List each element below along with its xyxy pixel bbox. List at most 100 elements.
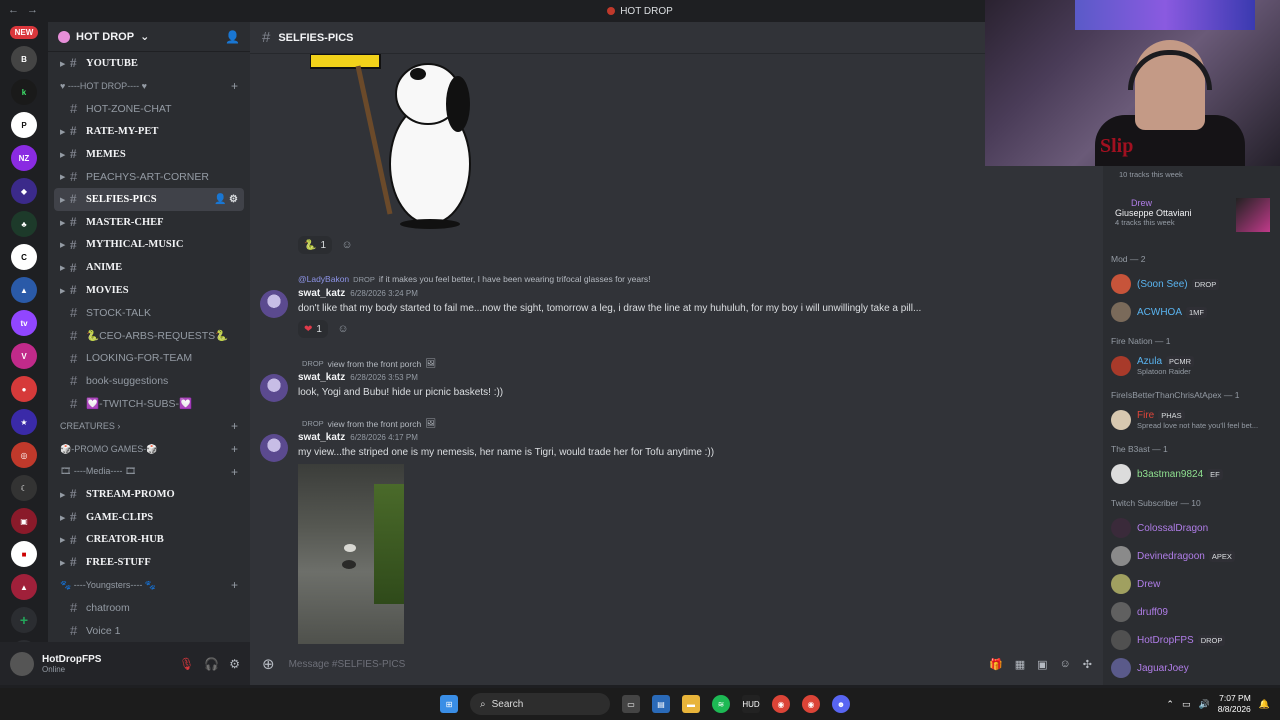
- member-row[interactable]: Azula PCMR Splatoon Raider: [1111, 352, 1276, 380]
- server-icon[interactable]: C: [11, 244, 37, 270]
- member-row[interactable]: (Soon See) DROP: [1111, 270, 1276, 298]
- reply-preview[interactable]: DROP view from the front porch 🖼: [298, 418, 436, 429]
- porch-photo-image[interactable]: [298, 464, 404, 644]
- member-row[interactable]: druff09: [1111, 598, 1276, 626]
- server-icon[interactable]: ♣: [11, 211, 37, 237]
- microphone-muted-icon[interactable]: 🎙: [179, 657, 194, 671]
- sticker-icon[interactable]: ▣: [1037, 658, 1047, 671]
- add-member-icon[interactable]: 👤: [225, 30, 240, 44]
- clock[interactable]: 7:07 PM 8/8/2026: [1218, 693, 1251, 715]
- cartoon-dog-image[interactable]: [310, 54, 500, 229]
- add-reaction-icon[interactable]: ☺: [338, 236, 356, 254]
- add-channel-icon[interactable]: +: [231, 79, 244, 93]
- gear-icon[interactable]: ⚙: [229, 657, 240, 671]
- server-icon[interactable]: ■: [11, 541, 37, 567]
- add-channel-icon[interactable]: +: [231, 442, 244, 456]
- member-row[interactable]: JaguarJoey: [1111, 654, 1276, 682]
- channel-item[interactable]: # 🐍CEO-ARBS-REQUESTS🐍: [54, 324, 244, 347]
- reply-preview[interactable]: @LadyBakon DROP if it makes you feel bet…: [298, 274, 651, 284]
- server-icon[interactable]: B: [11, 46, 37, 72]
- server-icon[interactable]: ▲: [11, 277, 37, 303]
- hot-drop-server-icon[interactable]: ▲: [11, 574, 37, 600]
- channel-item[interactable]: # Voice 1: [54, 619, 244, 642]
- server-icon[interactable]: ☾: [11, 475, 37, 501]
- volume-icon[interactable]: 🔊: [1198, 699, 1209, 710]
- message-author[interactable]: swat_katz: [298, 288, 345, 299]
- channel-item[interactable]: ▶ # GAME-CLIPS: [54, 506, 244, 529]
- channel-item[interactable]: # STOCK-TALK: [54, 302, 244, 325]
- twitch-server-icon[interactable]: tv: [11, 310, 37, 336]
- add-channel-icon[interactable]: +: [231, 465, 244, 479]
- taskbar-search[interactable]: ⌕ Search: [470, 693, 610, 715]
- bell-icon[interactable]: 🔔: [1259, 699, 1270, 710]
- chrome-icon[interactable]: ◉: [772, 695, 790, 713]
- reaction-chip[interactable]: 🐍 1: [298, 236, 333, 254]
- reaction-chip[interactable]: ❤ 1: [298, 320, 328, 338]
- server-icon[interactable]: ●: [11, 376, 37, 402]
- message-author[interactable]: swat_katz: [298, 372, 345, 383]
- channel-category[interactable]: CREATURES › +: [54, 415, 244, 438]
- server-icon[interactable]: ★: [11, 409, 37, 435]
- chrome-profile-icon[interactable]: ◉: [802, 695, 820, 713]
- gift-icon[interactable]: 🎁: [989, 658, 1003, 671]
- server-icon[interactable]: k: [11, 79, 37, 105]
- channel-item[interactable]: # chatroom: [54, 597, 244, 620]
- channel-item[interactable]: # HOT-ZONE-CHAT: [54, 97, 244, 120]
- member-row[interactable]: b3astman9824 EF: [1111, 460, 1276, 488]
- avatar[interactable]: [260, 434, 288, 462]
- notepad-icon[interactable]: ▤: [652, 695, 670, 713]
- back-icon[interactable]: ←: [8, 4, 19, 16]
- add-channel-icon[interactable]: +: [231, 578, 244, 592]
- discord-icon[interactable]: ☻: [832, 695, 850, 713]
- avatar[interactable]: [260, 374, 288, 402]
- channel-item[interactable]: ▶ # PEACHYS-ART-CORNER: [54, 165, 244, 188]
- gif-icon[interactable]: ▦: [1015, 658, 1025, 671]
- headphones-icon[interactable]: 🎧: [204, 657, 219, 671]
- server-icon[interactable]: P: [11, 112, 37, 138]
- channel-item[interactable]: # 💟-TWITCH-SUBS-💟: [54, 392, 244, 415]
- add-reaction-icon[interactable]: ☺: [334, 320, 352, 338]
- channel-item[interactable]: ▶ # RATE-MY-PET: [54, 120, 244, 143]
- channel-category[interactable]: 🎲-PROMO GAMES-🎲 +: [54, 438, 244, 461]
- channel-item[interactable]: # LOOKING-FOR-TEAM: [54, 347, 244, 370]
- server-icon[interactable]: NZ: [11, 145, 37, 171]
- attach-plus-icon[interactable]: ⊕: [262, 655, 275, 673]
- channel-category[interactable]: 🎞 ----Media---- 🎞 +: [54, 460, 244, 483]
- network-icon[interactable]: ▭: [1182, 699, 1191, 710]
- message-author[interactable]: swat_katz: [298, 432, 345, 443]
- channel-settings-icon[interactable]: 👤 ⚙: [214, 194, 244, 205]
- channel-item[interactable]: ▶ # SELFIES-PICS 👤 ⚙: [54, 188, 244, 211]
- reply-preview[interactable]: DROP view from the front porch 🖼: [298, 358, 436, 369]
- channel-item[interactable]: ▶ # MOVIES: [54, 279, 244, 302]
- message-input[interactable]: Message #SELFIES-PICS: [289, 659, 406, 670]
- server-icon[interactable]: ▣: [11, 508, 37, 534]
- server-icon[interactable]: ◎: [11, 442, 37, 468]
- server-header[interactable]: HOT DROP ⌄ 👤: [48, 22, 250, 52]
- channel-item[interactable]: ▶ # MEMES: [54, 143, 244, 166]
- channel-category[interactable]: ♥ ----HOT DROP---- ♥ +: [54, 75, 244, 98]
- channel-category[interactable]: 🐾 ----Youngsters---- 🐾 +: [54, 574, 244, 597]
- member-row[interactable]: ColossalDragon: [1111, 514, 1276, 542]
- task-view-icon[interactable]: ▭: [622, 695, 640, 713]
- server-icon[interactable]: V: [11, 343, 37, 369]
- forward-icon[interactable]: →: [27, 4, 38, 16]
- member-row[interactable]: HotDropFPS DROP: [1111, 626, 1276, 654]
- avatar[interactable]: [260, 290, 288, 318]
- channel-item[interactable]: ▶ # ANIME: [54, 256, 244, 279]
- file-explorer-icon[interactable]: ▬: [682, 695, 700, 713]
- add-channel-icon[interactable]: +: [231, 419, 244, 433]
- channel-item[interactable]: # book-suggestions: [54, 370, 244, 393]
- member-row[interactable]: ACWHOA 1MF: [1111, 298, 1276, 326]
- apps-icon[interactable]: ✣: [1083, 658, 1092, 671]
- channel-item[interactable]: ▶ # MYTHICAL-MUSIC: [54, 234, 244, 257]
- hud-app-icon[interactable]: HUD: [742, 695, 760, 713]
- server-icon[interactable]: ◆: [11, 178, 37, 204]
- message-list[interactable]: 🐍 1 ☺ @LadyBakon DROP if it makes you fee…: [250, 54, 1103, 644]
- spotify-icon[interactable]: ≋: [712, 695, 730, 713]
- channel-item[interactable]: ▶ # MASTER-CHEF: [54, 211, 244, 234]
- member-row[interactable]: Drew: [1111, 570, 1276, 598]
- avatar[interactable]: [10, 651, 34, 676]
- channel-item[interactable]: ▶ # STREAM-PROMO: [54, 483, 244, 506]
- channel-item[interactable]: ▶ # FREE-STUFF: [54, 551, 244, 574]
- member-row[interactable]: Devinedragoon APEX: [1111, 542, 1276, 570]
